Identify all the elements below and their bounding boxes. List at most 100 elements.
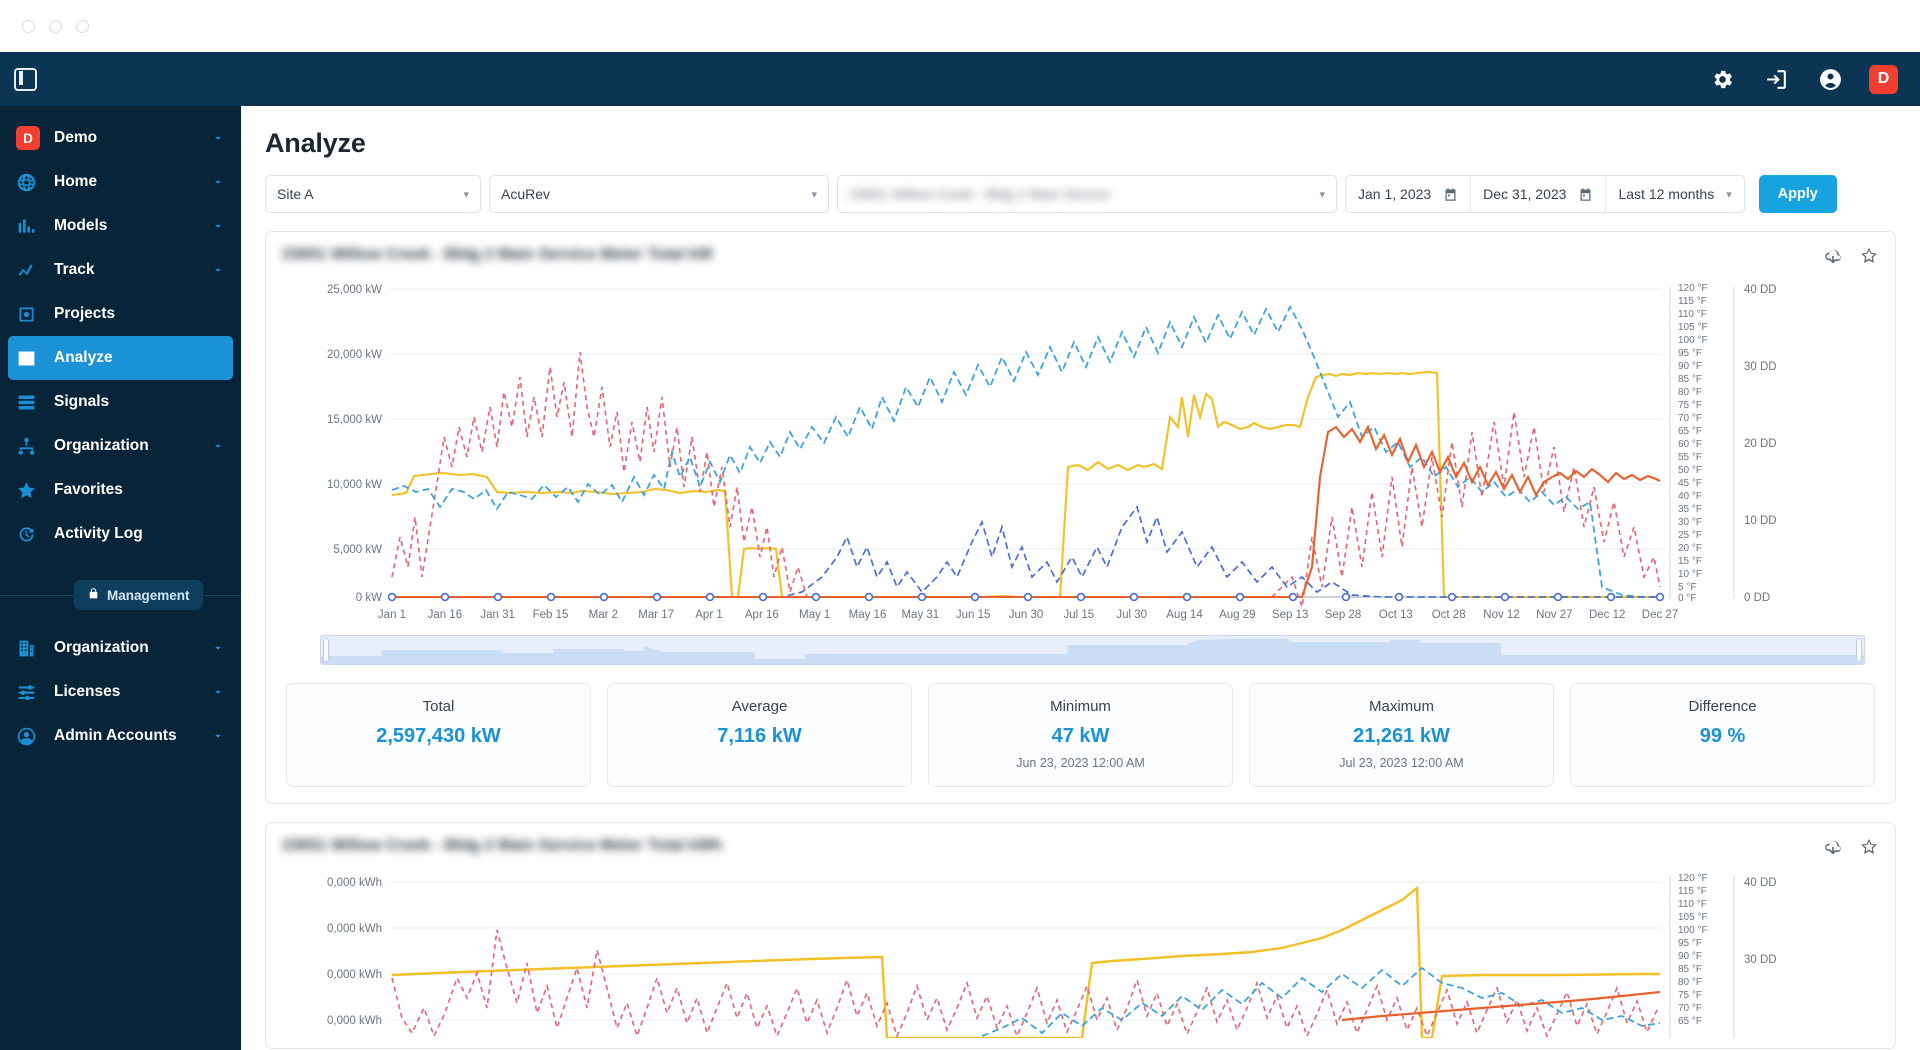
device-select[interactable]: AcuRev ▾ [489, 175, 829, 213]
sidebar-item-label: Signals [54, 393, 110, 410]
chevron-down-icon: ▾ [1726, 188, 1732, 201]
svg-text:115 °F: 115 °F [1678, 886, 1707, 897]
sidebar-item-activity-log[interactable]: Activity Log [0, 512, 241, 556]
gear-icon[interactable] [1695, 52, 1749, 106]
sidebar-item-analyze[interactable]: Analyze [8, 336, 233, 380]
chevron-down-icon[interactable] [211, 263, 225, 277]
login-icon[interactable] [1749, 52, 1803, 106]
chevron-down-icon[interactable] [211, 685, 225, 699]
sidebar-item-favorites[interactable]: Favorites [0, 468, 241, 512]
sidebar-item-label: Licenses [54, 683, 121, 700]
stat-label: Minimum [1050, 698, 1111, 715]
top-nav-actions: D [1695, 52, 1898, 106]
stat-timestamp: Jul 23, 2023 12:00 AM [1339, 756, 1464, 770]
svg-text:25 °F: 25 °F [1678, 530, 1702, 541]
sidebar-item-label: Projects [54, 305, 116, 322]
sidebar-item-projects[interactable]: Projects [0, 292, 241, 336]
avatar[interactable]: D [1869, 64, 1898, 94]
x-axis-tick-label: Jan 1 [378, 609, 406, 621]
calendar-icon[interactable] [1578, 187, 1593, 202]
page-title: Analyze [265, 128, 366, 158]
chevron-down-icon[interactable] [211, 131, 225, 145]
sidebar-item-track[interactable]: Track [0, 248, 241, 292]
chevron-down-icon[interactable] [211, 729, 225, 743]
svg-text:10,000 kW: 10,000 kW [327, 479, 382, 491]
lock-icon [87, 587, 100, 603]
range-preset-select[interactable]: Last 12 months ▾ [1606, 176, 1743, 212]
analyze-icon [16, 348, 46, 369]
sidebar-item-licenses[interactable]: Licenses [0, 670, 241, 714]
svg-text:90 °F: 90 °F [1678, 361, 1702, 372]
sidebar-item-demo[interactable]: D Demo [0, 116, 241, 160]
stat-card-minimum: Minimum 47 kW Jun 23, 2023 12:00 AM [928, 683, 1233, 787]
svg-text:65 °F: 65 °F [1678, 1016, 1702, 1027]
stat-card-maximum: Maximum 21,261 kW Jul 23, 2023 12:00 AM [1249, 683, 1554, 787]
chart-svg-kwh: 0,000 kWh 0,000 kWh 0,000 kWh 0,000 kWh … [327, 873, 1777, 1040]
svg-text:120 °F: 120 °F [1678, 873, 1708, 884]
svg-text:20,000 kW: 20,000 kW [327, 349, 382, 361]
sidebar-item-home[interactable]: Home [0, 160, 241, 204]
sidebar-item-label: Organization [54, 639, 149, 656]
management-divider: Management [0, 566, 241, 626]
scrollbar-handle-left[interactable] [323, 638, 329, 662]
chart-plot-kwh[interactable]: 0,000 kWh 0,000 kWh 0,000 kWh 0,000 kWh … [282, 868, 1879, 1040]
svg-text:120 °F: 120 °F [1678, 283, 1708, 294]
x-axis-tick-label: Sep 13 [1272, 609, 1308, 621]
chevron-down-icon[interactable] [211, 439, 225, 453]
window-minimize-dot[interactable] [49, 19, 62, 33]
chart-range-scrollbar[interactable] [320, 635, 1865, 665]
sidebar-item-models[interactable]: Models [0, 204, 241, 248]
svg-text:75 °F: 75 °F [1678, 990, 1702, 1001]
stat-value: 7,116 kW [717, 725, 802, 747]
sidebar-item-organization[interactable]: Organization [0, 424, 241, 468]
download-cloud-icon[interactable] [1823, 246, 1843, 271]
download-cloud-icon[interactable] [1823, 837, 1843, 862]
svg-text:70 °F: 70 °F [1678, 1003, 1702, 1014]
chevron-down-icon[interactable] [211, 641, 225, 655]
window-maximize-dot[interactable] [76, 19, 89, 33]
x-axis-tick-label: Jul 30 [1116, 609, 1147, 621]
calendar-icon[interactable] [1443, 187, 1458, 202]
sidebar-item-management-organization[interactable]: Organization [0, 626, 241, 670]
chart-plot-kw[interactable]: 25,000 kW 20,000 kW 15,000 kW 10,000 kW … [282, 277, 1879, 629]
point-select-value: 23651 Willow Creek - Bldg 2 Main Service [849, 186, 1111, 202]
chevron-down-icon[interactable] [211, 175, 225, 189]
x-axis-tick-label: Jan 31 [480, 609, 515, 621]
chevron-down-icon: ▾ [811, 188, 817, 201]
window-close-dot[interactable] [22, 19, 35, 33]
chevron-down-icon: ▾ [463, 188, 469, 201]
svg-text:100 °F: 100 °F [1678, 925, 1708, 936]
point-select[interactable]: 23651 Willow Creek - Bldg 2 Main Service… [837, 175, 1337, 213]
chevron-down-icon[interactable] [211, 219, 225, 233]
stat-timestamp: Jun 23, 2023 12:00 AM [1016, 756, 1145, 770]
svg-text:75 °F: 75 °F [1678, 400, 1702, 411]
x-axis-tick-label: Nov 27 [1536, 609, 1572, 621]
main-content: Analyze Site A ▾ AcuRev ▾ 23651 Willow C… [241, 106, 1920, 1050]
star-outline-icon[interactable] [1859, 837, 1879, 862]
sidebar: D Demo Home Models Track Projects Analyz… [0, 106, 241, 1050]
apply-button[interactable]: Apply [1758, 175, 1837, 213]
sidebar-item-label: Activity Log [54, 525, 143, 542]
svg-text:60 °F: 60 °F [1678, 439, 1702, 450]
svg-text:55 °F: 55 °F [1678, 452, 1702, 463]
chart-svg-kw: 25,000 kW 20,000 kW 15,000 kW 10,000 kW … [327, 283, 1777, 621]
sidebar-item-signals[interactable]: Signals [0, 380, 241, 424]
date-range-controls: Jan 1, 2023 Dec 31, 2023 Last 12 months … [1345, 175, 1745, 213]
end-date-field[interactable]: Dec 31, 2023 [1471, 176, 1607, 212]
svg-text:95 °F: 95 °F [1678, 938, 1702, 949]
scrollbar-handle-right[interactable] [1856, 638, 1862, 662]
account-circle-icon[interactable] [1803, 52, 1857, 106]
filter-bar: Site A ▾ AcuRev ▾ 23651 Willow Creek - B… [241, 159, 1920, 213]
start-date-field[interactable]: Jan 1, 2023 [1346, 176, 1472, 212]
svg-text:35 °F: 35 °F [1678, 504, 1702, 515]
panel-collapse-icon [14, 67, 37, 91]
x-axis-tick-label: Mar 2 [589, 609, 618, 621]
svg-text:5 °F: 5 °F [1678, 582, 1696, 593]
sidebar-item-label: Track [54, 261, 95, 278]
stat-value: 2,597,430 kW [376, 725, 501, 747]
site-select[interactable]: Site A ▾ [265, 175, 481, 213]
star-outline-icon[interactable] [1859, 246, 1879, 271]
device-select-value: AcuRev [501, 186, 551, 202]
sidebar-item-admin-accounts[interactable]: Admin Accounts [0, 714, 241, 758]
sidebar-collapse-button[interactable] [0, 52, 241, 106]
